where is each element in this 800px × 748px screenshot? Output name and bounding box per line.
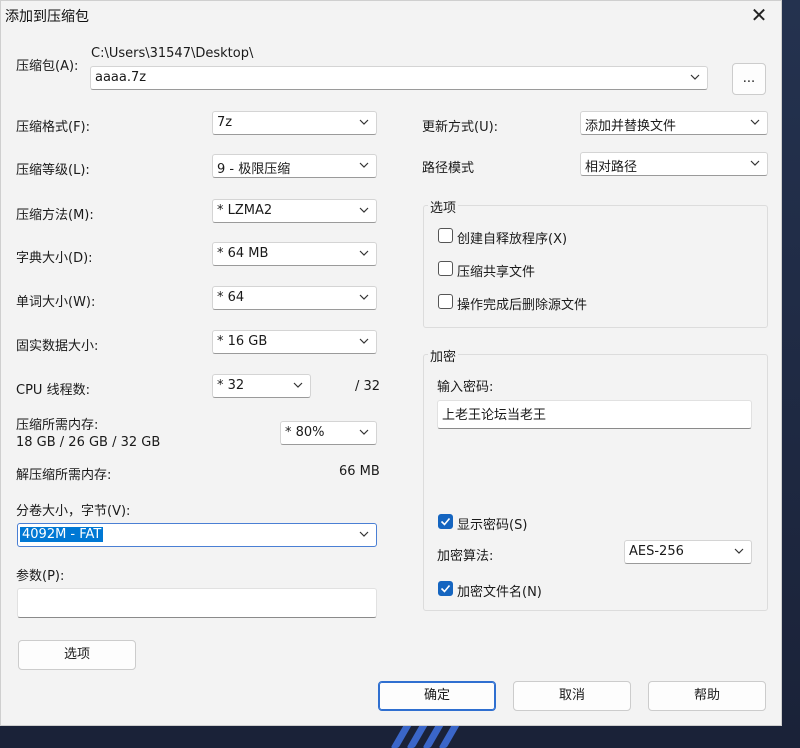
browse-button[interactable]: ... [732,63,766,95]
chevron-down-icon[interactable] [733,545,745,557]
chevron-down-icon[interactable] [292,379,304,391]
parameters-label: 参数(P): [16,569,65,584]
password-value: 上老王论坛当老王 [442,408,547,423]
chevron-down-icon[interactable] [749,157,761,169]
decompress-memory-label: 解压缩所需内存: [16,468,112,483]
threads-combo[interactable]: * 32 [212,374,311,398]
chevron-down-icon[interactable] [358,335,370,347]
show-password-checkbox[interactable] [438,514,453,529]
format-label: 压缩格式(F): [16,120,91,135]
sfx-checkbox[interactable] [438,228,453,243]
chevron-down-icon[interactable] [358,247,370,259]
solid-size-label: 固实数据大小: [16,339,99,354]
level-value: 9 - 极限压缩 [217,162,291,177]
method-value: * LZMA2 [217,203,273,218]
dictionary-label: 字典大小(D): [16,251,93,266]
word-size-label: 单词大小(W): [16,295,96,310]
archive-name-value: aaaa.7z [95,70,147,85]
show-password-label[interactable]: 显示密码(S) [457,514,527,533]
memory-usage-combo[interactable]: * 80% [280,421,377,445]
volume-size-combo[interactable]: 4092M - FAT [17,523,377,547]
ok-button[interactable]: 确定 [378,681,496,711]
check-icon [440,517,451,526]
parameters-input[interactable] [17,588,377,618]
threads-value: * 32 [217,378,245,393]
threads-max: / 32 [355,379,381,394]
compress-memory-label: 压缩所需内存: [16,418,99,433]
format-combo[interactable]: 7z [212,111,377,135]
chevron-down-icon[interactable] [689,71,701,83]
encryption-group-title: 加密 [428,346,459,365]
chevron-down-icon[interactable] [749,116,761,128]
update-mode-combo[interactable]: 添加并替换文件 [580,111,768,135]
dictionary-combo[interactable]: * 64 MB [212,242,377,266]
path-mode-value: 相对路径 [585,160,638,175]
shared-files-label[interactable]: 压缩共享文件 [457,261,535,280]
threads-label: CPU 线程数: [16,383,90,398]
check-icon [440,584,451,593]
compress-memory-detail: 18 GB / 26 GB / 32 GB [16,435,161,450]
encrypt-names-label[interactable]: 加密文件名(N) [457,581,542,600]
solid-size-value: * 16 GB [217,334,268,349]
memory-usage-value: * 80% [285,425,325,440]
close-icon[interactable]: ✕ [747,3,771,27]
chevron-down-icon[interactable] [358,291,370,303]
path-mode-label: 路径模式 [422,161,475,176]
solid-size-combo[interactable]: * 16 GB [212,330,377,354]
sfx-label[interactable]: 创建自释放程序(X) [457,228,567,247]
window-title: 添加到压缩包 [5,9,89,25]
level-combo[interactable]: 9 - 极限压缩 [212,154,377,178]
cancel-button[interactable]: 取消 [513,681,631,711]
word-size-value: * 64 [217,290,245,305]
options-button[interactable]: 选项 [18,640,136,670]
update-mode-label: 更新方式(U): [422,120,499,135]
archive-name-combo[interactable]: aaaa.7z [90,66,708,90]
method-combo[interactable]: * LZMA2 [212,199,377,223]
encryption-method-value: AES-256 [629,544,684,559]
add-to-archive-dialog: 添加到压缩包 ✕ 压缩包(A): C:\Users\31547\Desktop\… [0,0,782,726]
chevron-down-icon[interactable] [358,159,370,171]
shared-files-checkbox[interactable] [438,261,453,276]
path-mode-combo[interactable]: 相对路径 [580,152,768,176]
decompress-memory-value: 66 MB [339,464,380,479]
encrypt-names-checkbox[interactable] [438,581,453,596]
help-button[interactable]: 帮助 [648,681,766,711]
volume-size-label: 分卷大小，字节(V): [16,504,131,519]
archive-label: 压缩包(A): [16,59,79,74]
method-label: 压缩方法(M): [16,208,94,223]
format-value: 7z [217,115,233,130]
title-bar: 添加到压缩包 ✕ [1,1,781,31]
dictionary-value: * 64 MB [217,246,269,261]
encryption-method-label: 加密算法: [437,549,494,564]
level-label: 压缩等级(L): [16,163,90,178]
chevron-down-icon[interactable] [358,204,370,216]
options-group-title: 选项 [428,197,459,216]
chevron-down-icon[interactable] [358,116,370,128]
volume-size-value: 4092M - FAT [20,527,104,542]
archive-path: C:\Users\31547\Desktop\ [91,46,254,61]
update-mode-value: 添加并替换文件 [585,119,677,134]
chevron-down-icon[interactable] [358,528,370,540]
delete-after-label[interactable]: 操作完成后删除源文件 [457,294,587,313]
delete-after-checkbox[interactable] [438,294,453,309]
password-label: 输入密码: [437,380,494,395]
encryption-method-combo[interactable]: AES-256 [624,540,752,564]
word-size-combo[interactable]: * 64 [212,286,377,310]
password-input[interactable]: 上老王论坛当老王 [437,400,752,429]
chevron-down-icon[interactable] [358,426,370,438]
